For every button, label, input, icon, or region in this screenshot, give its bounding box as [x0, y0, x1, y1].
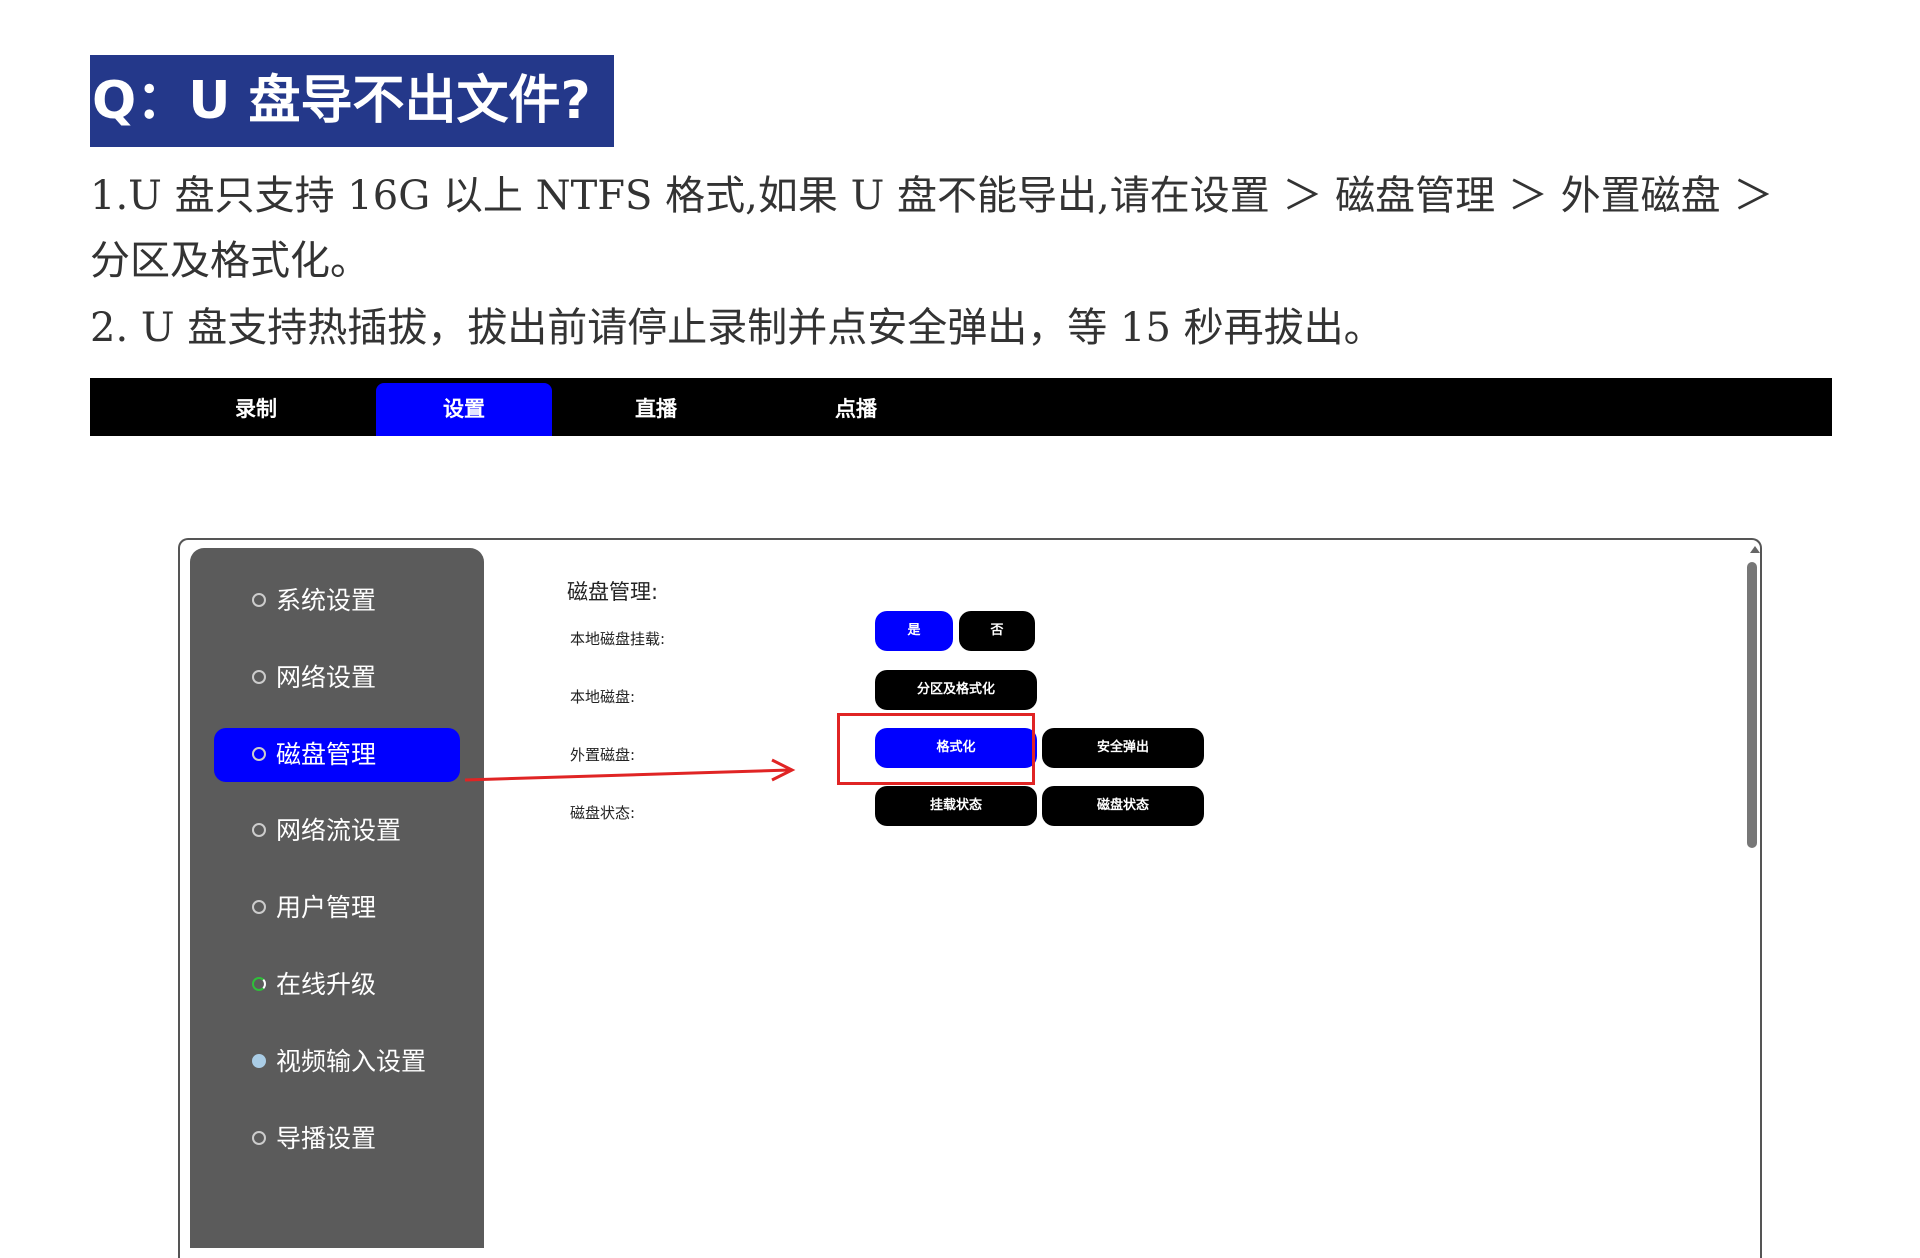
disk-status-button[interactable]: 磁盘状态 — [1042, 786, 1204, 826]
scrollbar-thumb[interactable] — [1747, 562, 1757, 848]
gear-icon — [252, 823, 266, 837]
sidebar-item-system[interactable]: 系统设置 — [252, 574, 472, 628]
mount-no-button[interactable]: 否 — [959, 611, 1035, 651]
instruction-line-2: 分区及格式化。 — [90, 238, 370, 284]
local-disk-label: 本地磁盘: — [570, 688, 636, 706]
gear-icon — [252, 593, 266, 607]
sidebar-item-label: 视频输入设置 — [276, 1047, 427, 1076]
tab-record[interactable]: 录制 — [168, 383, 344, 436]
external-disk-label: 外置磁盘: — [570, 746, 636, 764]
top-navigation-bar: 录制 设置 直播 点播 — [90, 378, 1832, 436]
local-disk-mount-label: 本地磁盘挂载: — [570, 630, 666, 648]
sidebar-item-users[interactable]: 用户管理 — [252, 881, 472, 935]
disk-management-title: 磁盘管理: — [567, 580, 659, 604]
sidebar-item-label: 磁盘管理 — [276, 740, 377, 769]
refresh-icon — [252, 977, 266, 991]
sidebar-item-director[interactable]: 导播设置 — [252, 1112, 472, 1166]
safe-eject-button[interactable]: 安全弹出 — [1042, 728, 1204, 768]
partition-format-button[interactable]: 分区及格式化 — [875, 670, 1037, 710]
format-highlight-box — [837, 713, 1035, 785]
video-icon — [252, 1054, 266, 1068]
sidebar-item-label: 网络流设置 — [276, 816, 402, 845]
settings-sidebar: 系统设置 网络设置 磁盘管理 网络流设置 用户管理 在线升级 视频输入设置 导播… — [190, 548, 484, 1248]
tab-settings[interactable]: 设置 — [376, 383, 552, 436]
sidebar-item-upgrade[interactable]: 在线升级 — [252, 958, 472, 1012]
sidebar-item-label: 网络设置 — [276, 663, 377, 692]
sidebar-item-video-input[interactable]: 视频输入设置 — [252, 1035, 472, 1089]
sidebar-item-network[interactable]: 网络设置 — [252, 651, 472, 705]
gear-icon — [252, 1131, 266, 1145]
sidebar-item-disk-management[interactable]: 磁盘管理 — [214, 728, 460, 782]
tab-live[interactable]: 直播 — [568, 383, 744, 436]
instruction-line-1: 1.U 盘只支持 16G 以上 NTFS 格式,如果 U 盘不能导出,请在设置 … — [90, 173, 1774, 219]
gear-icon — [252, 670, 266, 684]
scroll-up-arrow-icon[interactable] — [1750, 546, 1760, 553]
sidebar-item-stream[interactable]: 网络流设置 — [252, 804, 472, 858]
question-heading: Q：U 盘导不出文件? — [90, 55, 614, 147]
sidebar-item-label: 导播设置 — [276, 1124, 377, 1153]
gear-icon — [252, 900, 266, 914]
sidebar-item-label: 在线升级 — [276, 970, 377, 999]
tab-vod[interactable]: 点播 — [768, 383, 944, 436]
instruction-line-3: 2. U 盘支持热插拔，拔出前请停止录制并点安全弹出，等 15 秒再拔出。 — [90, 305, 1384, 351]
mount-yes-button[interactable]: 是 — [875, 611, 953, 651]
sidebar-item-label: 用户管理 — [276, 893, 377, 922]
gear-icon — [252, 747, 266, 761]
sidebar-item-label: 系统设置 — [276, 586, 377, 615]
disk-status-label: 磁盘状态: — [570, 804, 636, 822]
mount-status-button[interactable]: 挂载状态 — [875, 786, 1037, 826]
